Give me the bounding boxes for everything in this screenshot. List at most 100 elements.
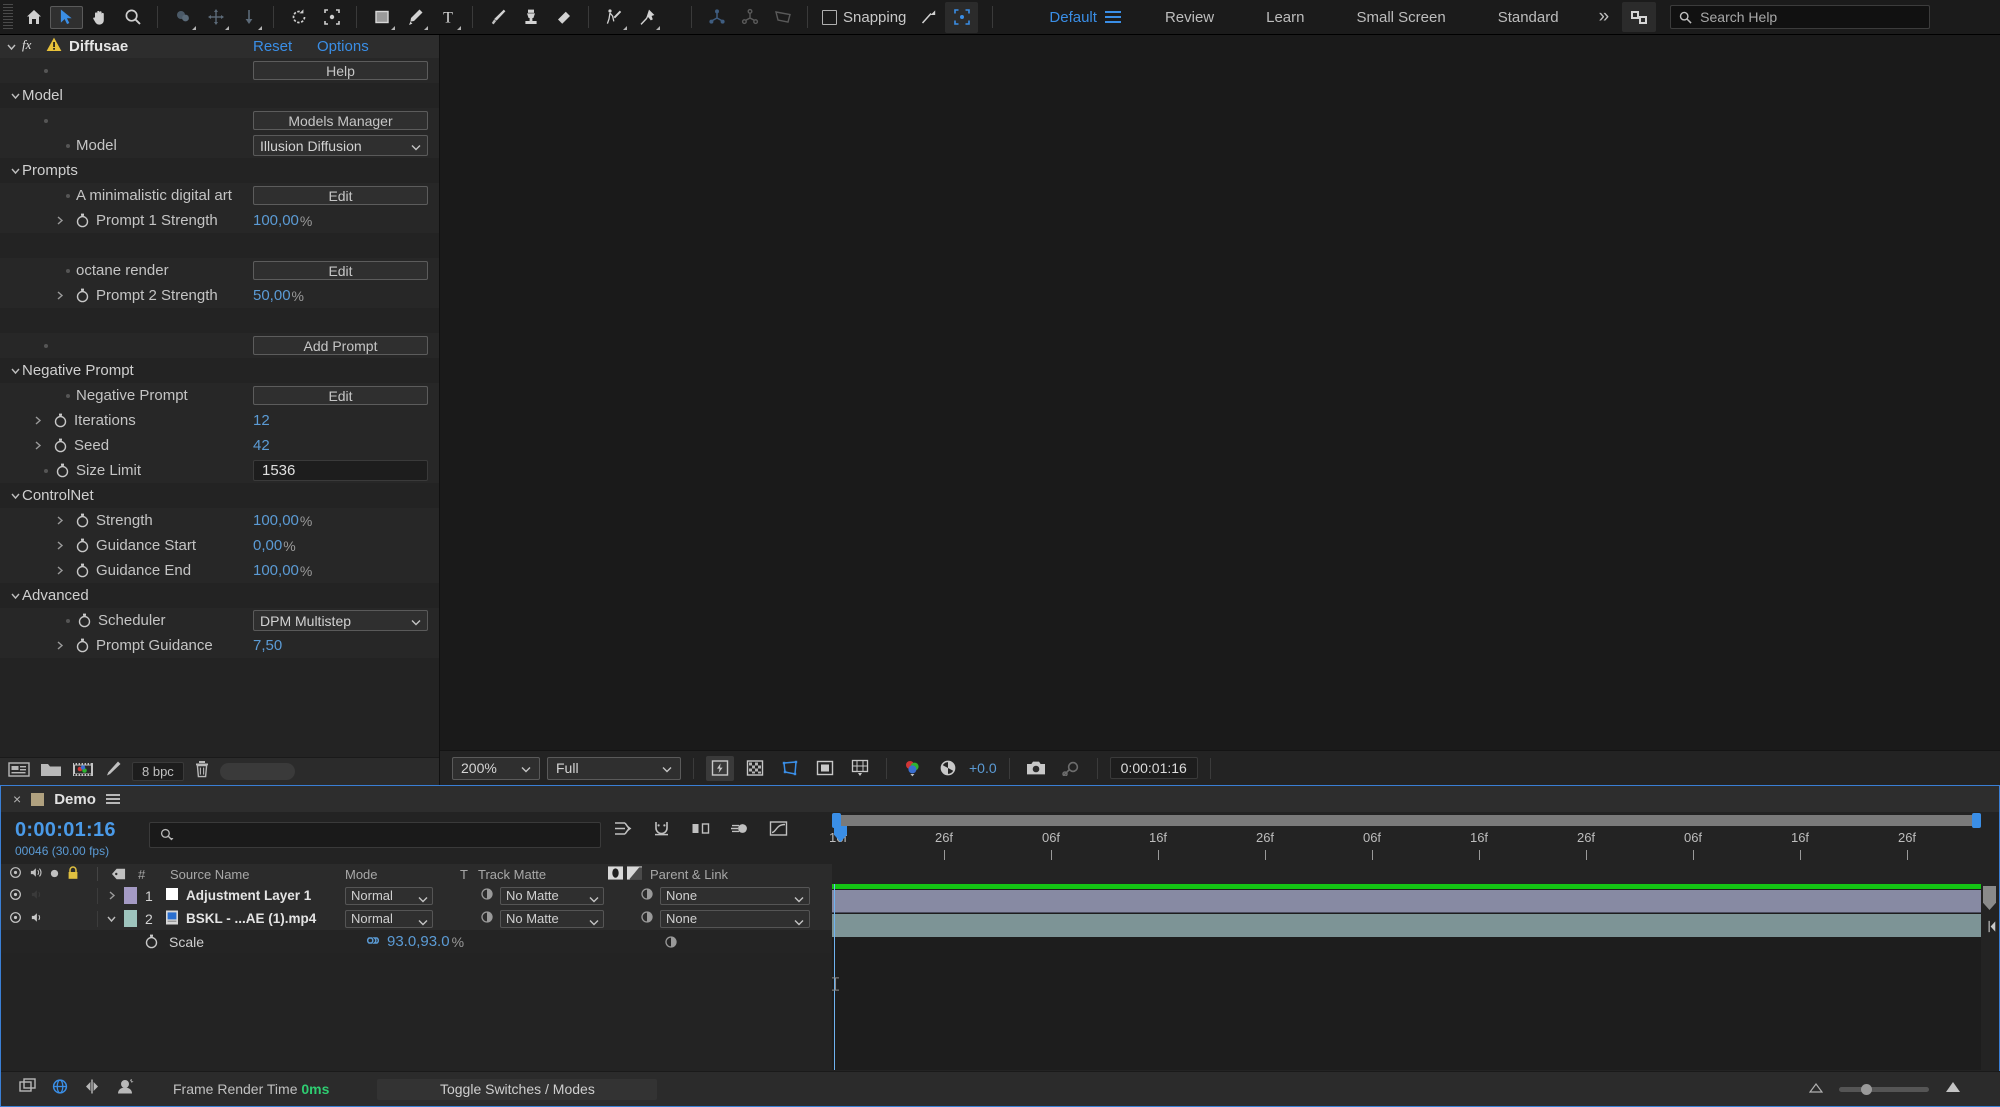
stopwatch-icon[interactable] [74, 287, 91, 304]
scrollbar-thumb[interactable] [1983, 886, 1996, 910]
local-axis-icon[interactable] [700, 2, 733, 33]
layer-bar-adjustment[interactable] [832, 890, 1981, 913]
work-area-end-handle[interactable] [1972, 813, 1981, 828]
eraser-tool-icon[interactable] [547, 2, 580, 33]
layer-blend-mode-select[interactable]: Normal [345, 887, 433, 905]
track-matte-icon[interactable] [480, 910, 494, 927]
toolbar-grip[interactable] [3, 4, 13, 30]
draft-3d-icon[interactable] [51, 1078, 69, 1100]
brush-tool-icon[interactable] [481, 2, 514, 33]
layer-label-swatch[interactable] [124, 887, 137, 904]
zoom-in-icon[interactable] [1945, 1080, 1961, 1098]
work-area-bar[interactable] [832, 815, 1981, 826]
group-twirl-icon[interactable] [8, 489, 22, 503]
region-of-interest-icon[interactable] [945, 2, 978, 33]
parent-select[interactable]: None [660, 910, 810, 928]
property-twirl-icon[interactable] [52, 639, 66, 653]
mask-path-visibility-icon[interactable] [776, 756, 804, 781]
snapping-toggle[interactable]: Snapping [816, 9, 912, 26]
layer-video-toggle[interactable] [9, 888, 22, 904]
hand-tool-icon[interactable] [83, 2, 116, 33]
bit-depth-button[interactable]: 8 bpc [132, 762, 184, 781]
show-snapshot-icon[interactable] [1057, 756, 1085, 781]
rotation-tool-icon[interactable] [282, 2, 315, 33]
size-limit-field[interactable]: 1536 [253, 460, 428, 481]
world-axis-icon[interactable] [733, 2, 766, 33]
selection-tool-icon[interactable] [50, 6, 83, 29]
zoom-slider-thumb[interactable] [1861, 1084, 1872, 1095]
layer-expand-twirl[interactable] [98, 907, 124, 930]
shape-tool-icon[interactable] [365, 2, 398, 33]
property-value[interactable]: 93.0,93.0 [387, 933, 450, 950]
layer-audio-toggle[interactable] [30, 888, 43, 904]
add-prompt-button[interactable]: Add Prompt [253, 336, 428, 355]
stopwatch-icon[interactable] [74, 562, 91, 579]
type-tool-icon[interactable]: T [431, 2, 464, 33]
property-twirl-icon[interactable] [52, 514, 66, 528]
magnification-select[interactable]: 200% [452, 757, 540, 780]
project-media-icon[interactable] [72, 761, 94, 783]
new-folder-icon[interactable] [40, 761, 62, 783]
anchor-point-tool-icon[interactable] [315, 2, 348, 33]
fast-previews-icon[interactable] [706, 756, 734, 781]
group-twirl-icon[interactable] [8, 589, 22, 603]
workspace-review[interactable]: Review [1139, 9, 1240, 26]
adjust-exposure-icon[interactable] [104, 760, 122, 783]
effect-twirl-icon[interactable] [4, 40, 18, 54]
channel-and-color-management-icon[interactable] [899, 756, 927, 781]
stopwatch-icon[interactable] [54, 462, 71, 479]
composition-mini-flowchart-icon[interactable] [613, 820, 632, 842]
snapping-checkbox[interactable] [822, 10, 837, 25]
pan-tool-icon[interactable] [199, 2, 232, 33]
property-value[interactable]: 100,00 [253, 512, 299, 529]
parent-pickwhip-icon[interactable] [640, 887, 654, 904]
layer-bar-video[interactable] [832, 914, 1981, 937]
layer-label-swatch[interactable] [124, 910, 137, 927]
timeline-ruler[interactable]: 26f06f16f26f06f16f26f06f16f26f16f [832, 812, 1999, 864]
edit-button[interactable]: Edit [253, 386, 428, 405]
clone-stamp-tool-icon[interactable] [514, 2, 547, 33]
property-value[interactable]: 100,00 [253, 212, 299, 229]
table-row[interactable]: 2BSKL - ...AE (1).mp4NormalNo MatteNone [1, 907, 832, 930]
transparency-grid-icon[interactable] [741, 756, 769, 781]
parent-pickwhip-icon[interactable] [664, 930, 678, 953]
layer-blend-mode-select[interactable]: Normal [345, 910, 433, 928]
edit-button[interactable]: Edit [253, 261, 428, 280]
comp-flowchart-icon[interactable] [19, 1078, 37, 1100]
panel-menu-icon[interactable] [106, 794, 120, 804]
group-twirl-icon[interactable] [8, 89, 22, 103]
take-snapshot-icon[interactable] [1022, 756, 1050, 781]
exposure-value[interactable]: +0.0 [969, 760, 997, 776]
options-button[interactable]: Options [317, 38, 369, 55]
dolly-tool-icon[interactable] [232, 2, 265, 33]
workspace-standard[interactable]: Standard [1472, 9, 1585, 26]
new-comp-icon[interactable] [8, 761, 30, 783]
layer-video-toggle[interactable] [9, 911, 22, 927]
workspace-overflow-icon[interactable]: » [1585, 6, 1623, 28]
property-twirl-icon[interactable] [52, 539, 66, 553]
property-value[interactable]: 0,00 [253, 537, 282, 554]
grid-guides-icon[interactable] [846, 756, 874, 781]
timeline-vertical-scrollbar[interactable] [1981, 884, 1999, 1070]
timeline-current-time[interactable]: 0:00:01:16 [15, 819, 116, 842]
close-icon[interactable]: × [13, 791, 21, 807]
stopwatch-icon[interactable] [74, 212, 91, 229]
layer-source-name[interactable]: BSKL - ...AE (1).mp4 [165, 907, 345, 930]
property-value[interactable]: 7,50 [253, 637, 282, 654]
viewer-timecode[interactable]: 0:00:01:16 [1110, 757, 1198, 779]
motion-blur-icon[interactable] [730, 820, 749, 842]
property-twirl-icon[interactable] [30, 414, 44, 428]
composition-canvas[interactable] [440, 35, 2000, 750]
layer-expand-twirl[interactable] [98, 884, 124, 907]
parent-pickwhip-icon[interactable] [640, 910, 654, 927]
timeline-track-area[interactable] [832, 884, 1999, 1070]
stopwatch-icon[interactable] [74, 512, 91, 529]
workspace-default[interactable]: Default [1023, 9, 1105, 26]
stopwatch-icon[interactable] [76, 612, 93, 629]
stopwatch-icon[interactable] [52, 437, 69, 454]
zoom-out-icon[interactable] [1809, 1080, 1823, 1098]
table-row[interactable]: 1Adjustment Layer 1NormalNo MatteNone [1, 884, 832, 907]
scheduler-select[interactable]: DPM Multistep [253, 610, 428, 631]
reset-button[interactable]: Reset [253, 38, 292, 55]
constrain-proportions-icon[interactable] [365, 934, 381, 950]
